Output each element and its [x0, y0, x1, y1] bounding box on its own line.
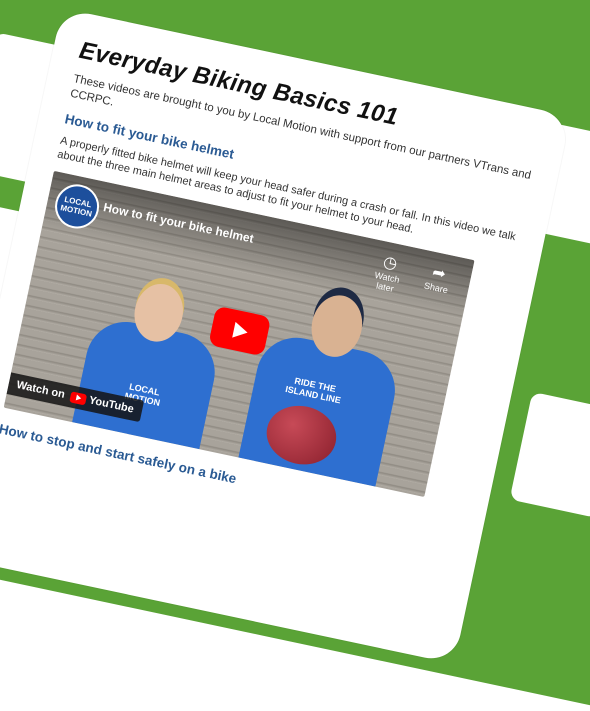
youtube-label: YouTube [87, 394, 135, 416]
watch-on-label: Watch on [15, 378, 66, 401]
presenter-right [238, 330, 403, 487]
watch-later-label: Watch later [373, 269, 401, 294]
youtube-play-icon [69, 390, 88, 405]
play-button[interactable] [208, 305, 272, 357]
